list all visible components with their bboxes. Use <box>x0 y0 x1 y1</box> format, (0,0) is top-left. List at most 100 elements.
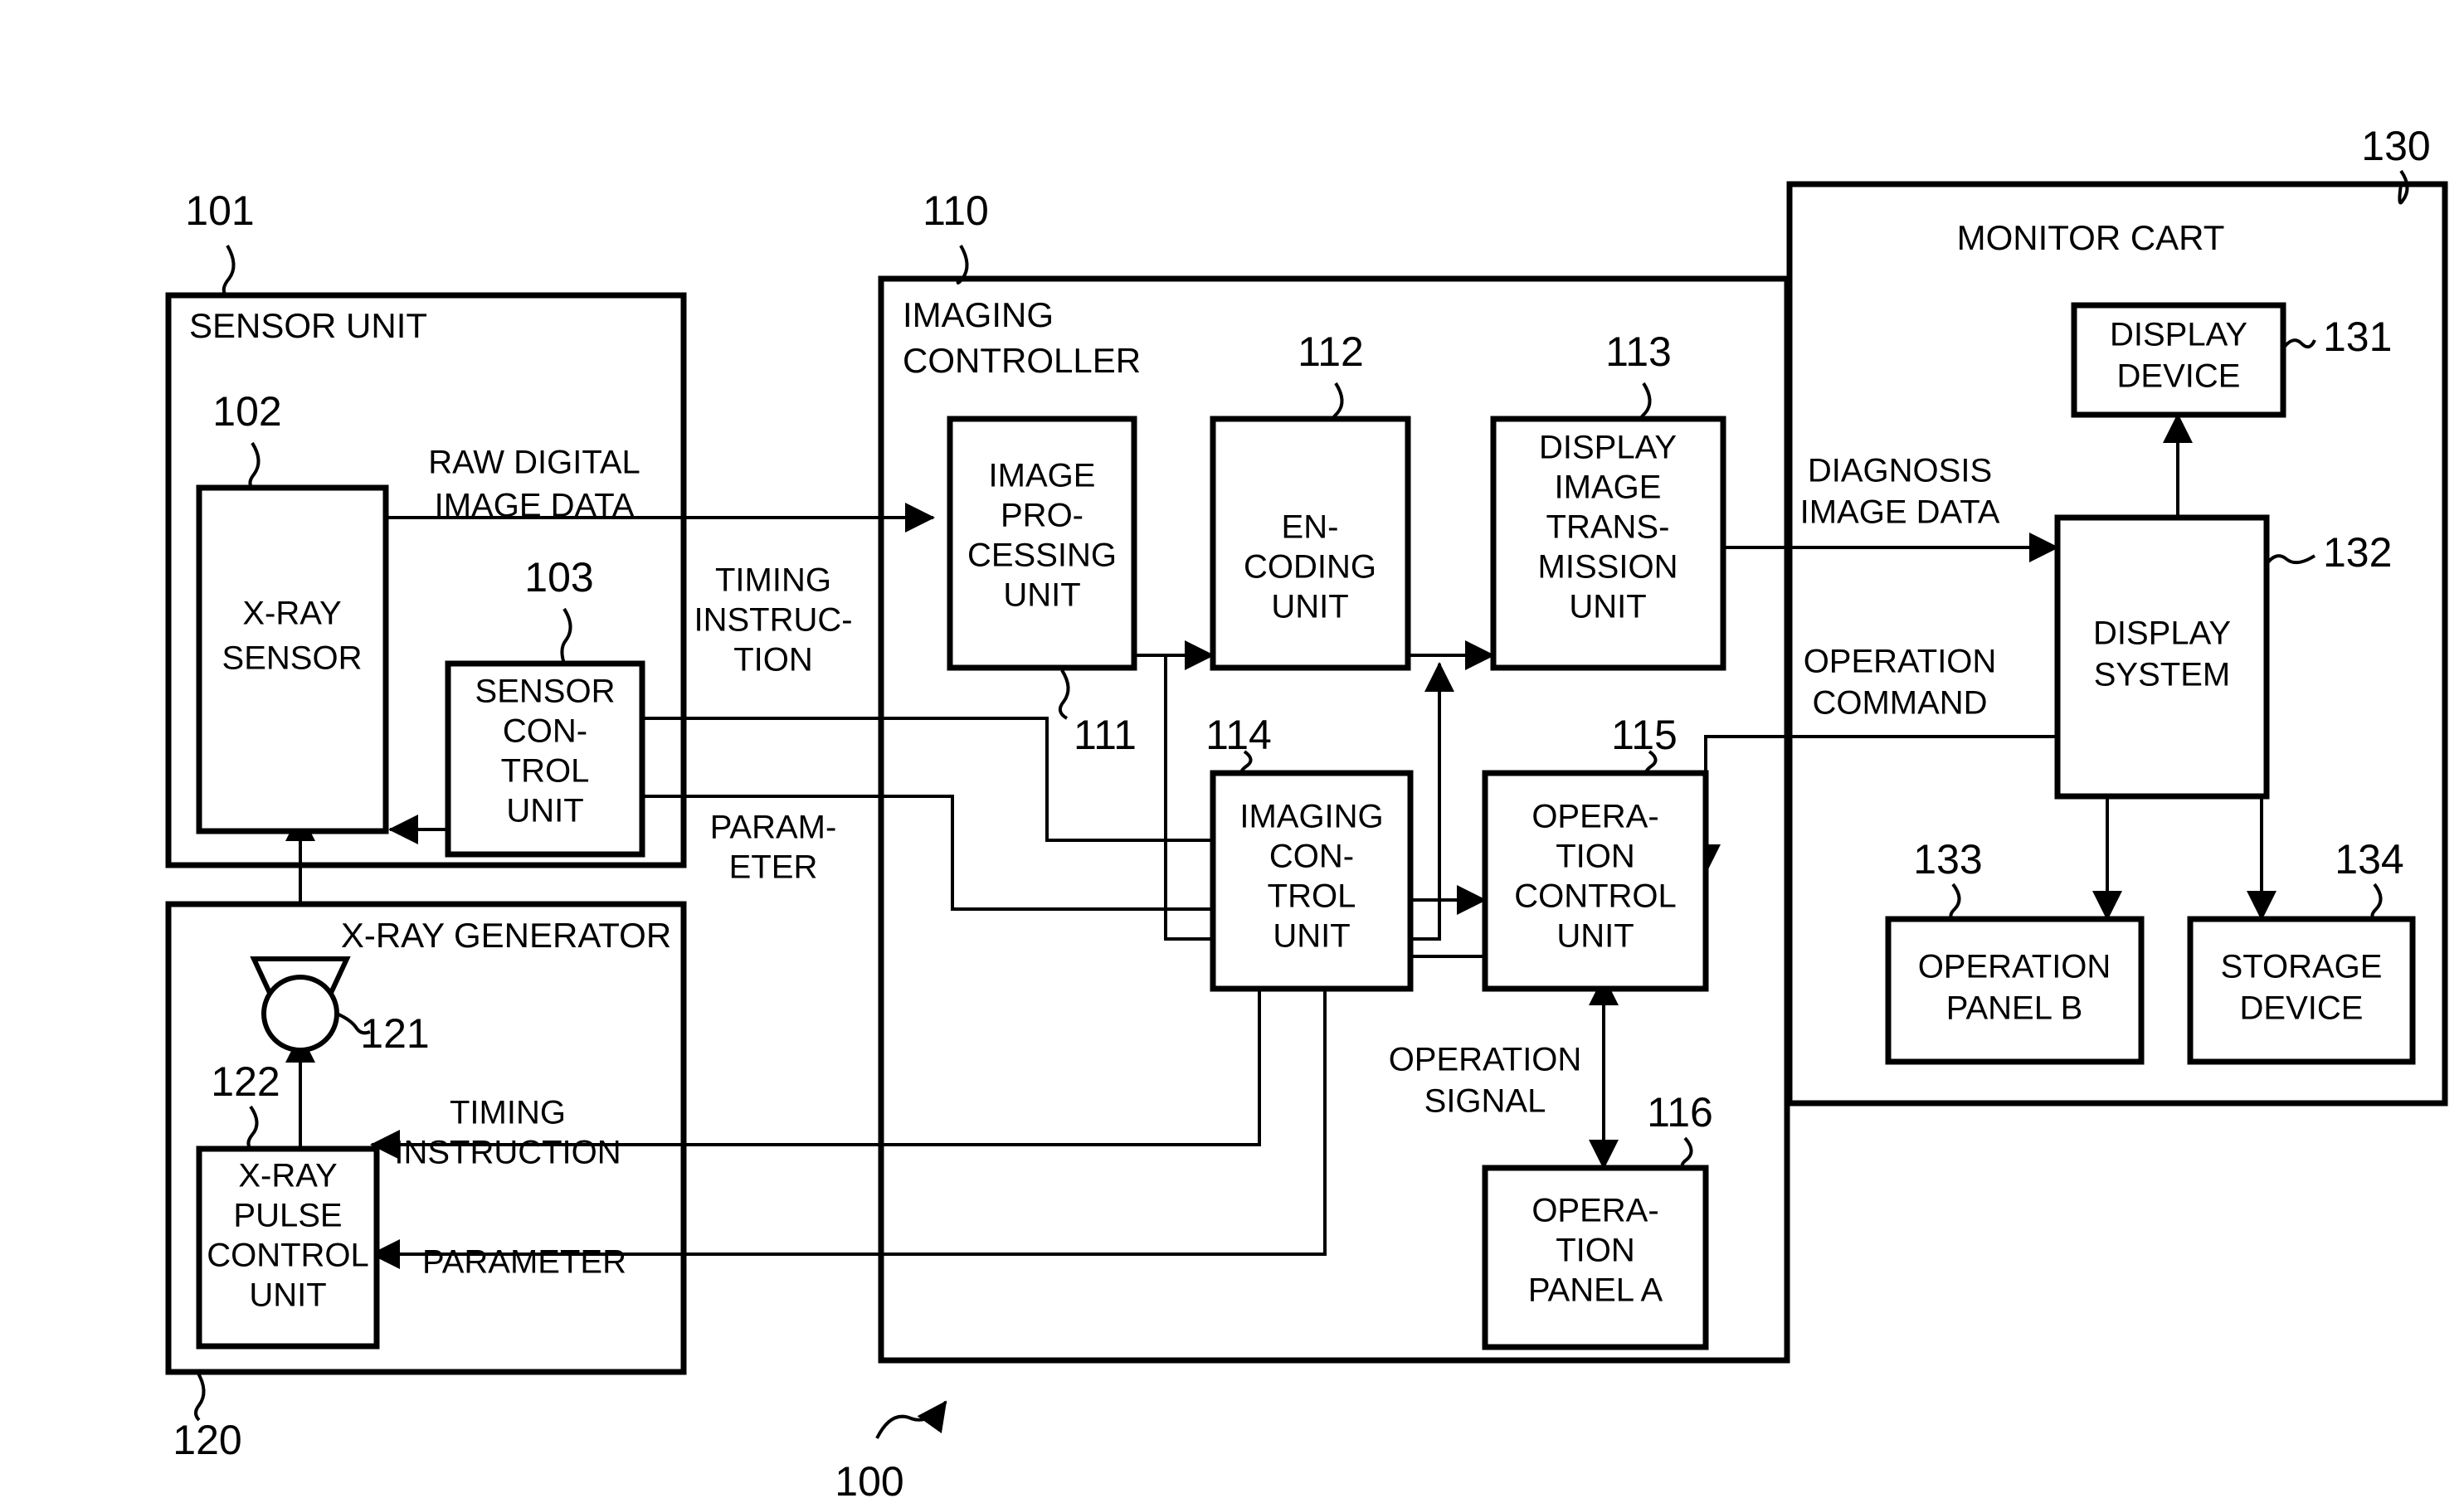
ref-134: 134 <box>2335 836 2403 883</box>
leader-134 <box>2370 883 2383 921</box>
signal-diagnosis-image-data-line-2: IMAGE DATA <box>1800 494 2000 531</box>
leader-122 <box>246 1105 259 1150</box>
signal-raw-digital-image-data-line-2: IMAGE DATA <box>435 488 635 524</box>
ref-111: 111 <box>1074 712 1137 758</box>
sensor-control-line-4: UNIT <box>506 793 583 829</box>
leader-120 <box>194 1370 206 1422</box>
ds-line-1: DISPLAY <box>2093 615 2231 652</box>
leader-103 <box>560 607 572 664</box>
sd-line-2: DEVICE <box>2240 990 2364 1027</box>
leader-100 <box>875 1400 947 1439</box>
signal-parameter-generator: PARAMETER <box>422 1244 626 1281</box>
opb-line-1: OPERATION <box>1918 949 2111 985</box>
leader-132 <box>2265 554 2316 566</box>
ocu-line-3: CONTROL <box>1514 878 1677 915</box>
ocu-line-1: OPERA- <box>1531 799 1658 835</box>
ref-121: 121 <box>360 1010 429 1057</box>
dd-line-1: DISPLAY <box>2110 317 2247 353</box>
encoding-line-3: UNIT <box>1271 589 1348 625</box>
dit-line-2: IMAGE <box>1555 469 1662 506</box>
leader-111 <box>1058 669 1070 720</box>
wire-parameter-sensor <box>543 781 1228 911</box>
signal-diagnosis-image-data-line-1: DIAGNOSIS <box>1808 453 1992 489</box>
ref-101: 101 <box>185 187 254 234</box>
sensor-control-line-3: TROL <box>501 753 590 790</box>
ref-112: 112 <box>1298 328 1364 375</box>
image-proc-line-4: UNIT <box>1003 577 1080 614</box>
signal-timing-instruction-sensor-line-3: TION <box>733 642 813 679</box>
ref-100: 100 <box>835 1458 903 1503</box>
signal-timing-instruction-generator-line-1: TIMING <box>450 1095 566 1131</box>
ref-120: 120 <box>173 1417 241 1463</box>
signal-operation-command-line-1: OPERATION <box>1804 644 1997 680</box>
imaging-controller-title-line-1: IMAGING <box>903 295 1054 334</box>
leader-112 <box>1331 382 1344 421</box>
leader-101 <box>222 244 236 297</box>
xray-tube-icon <box>261 975 339 1053</box>
sensor-control-line-2: CON- <box>503 713 587 750</box>
dit-line-5: UNIT <box>1569 589 1646 625</box>
dd-line-2: DEVICE <box>2117 358 2241 395</box>
signal-operation-signal-line-2: SIGNAL <box>1424 1083 1546 1120</box>
opa-line-3: PANEL A <box>1528 1272 1663 1309</box>
patent-figure-canvas: X-RAY SENSOR SENSOR CON- TROL UNIT X-RAY… <box>0 0 2464 1503</box>
encoding-line-2: CODING <box>1244 549 1376 586</box>
xray-pulse-line-3: CONTROL <box>207 1238 369 1274</box>
sensor-unit-title: SENSOR UNIT <box>189 306 427 345</box>
ocu-line-4: UNIT <box>1556 918 1634 955</box>
leader-116 <box>1680 1136 1693 1170</box>
icu-line-2: CON- <box>1269 839 1354 875</box>
signal-parameter-sensor-line-1: PARAM- <box>710 810 837 846</box>
xray-pulse-line-1: X-RAY <box>238 1158 337 1194</box>
encoding-line-1: EN- <box>1282 509 1339 546</box>
opa-line-1: OPERA- <box>1531 1193 1658 1229</box>
dit-line-1: DISPLAY <box>1539 430 1677 466</box>
xray-pulse-line-4: UNIT <box>249 1277 326 1314</box>
xray-sensor-line-1: X-RAY <box>242 596 341 632</box>
ref-102: 102 <box>212 388 281 435</box>
opa-line-2: TION <box>1556 1233 1635 1269</box>
ref-132: 132 <box>2323 529 2392 576</box>
ref-113: 113 <box>1605 328 1672 375</box>
ref-115: 115 <box>1611 712 1678 758</box>
imaging-controller-title-line-2: CONTROLLER <box>903 341 1141 380</box>
wire-operation-command <box>1691 735 2057 874</box>
signal-parameter-sensor-line-2: ETER <box>729 849 818 886</box>
signal-timing-instruction-generator-line-2: INSTRUCTION <box>394 1135 621 1171</box>
ref-130: 130 <box>2361 123 2430 169</box>
leader-131 <box>2281 338 2316 350</box>
image-proc-line-2: PRO- <box>1001 498 1083 534</box>
ocu-line-2: TION <box>1556 839 1635 875</box>
icu-line-1: IMAGING <box>1239 799 1383 835</box>
ds-line-2: SYSTEM <box>2094 657 2230 693</box>
diagram-svg: X-RAY SENSOR SENSOR CON- TROL UNIT X-RAY… <box>165 123 2448 1503</box>
leader-113 <box>1639 382 1652 421</box>
signal-timing-instruction-sensor-line-2: INSTRUC- <box>694 602 852 639</box>
leader-133 <box>1949 883 1961 921</box>
ref-133: 133 <box>1913 836 1982 883</box>
dit-line-4: MISSION <box>1538 549 1678 586</box>
icu-line-4: UNIT <box>1273 918 1350 955</box>
ref-122: 122 <box>211 1058 280 1105</box>
opb-line-2: PANEL B <box>1946 990 2083 1027</box>
dit-line-3: TRANS- <box>1546 509 1670 546</box>
signal-operation-command-line-2: COMMAND <box>1812 685 1987 722</box>
xray-generator-title: X-RAY GENERATOR <box>341 916 671 955</box>
image-proc-line-1: IMAGE <box>989 458 1096 494</box>
leader-102 <box>248 441 261 489</box>
signal-timing-instruction-sensor-line-1: TIMING <box>715 562 831 599</box>
ref-103: 103 <box>524 554 593 601</box>
xray-sensor-line-2: SENSOR <box>222 640 363 677</box>
xray-pulse-line-2: PULSE <box>233 1198 342 1234</box>
signal-raw-digital-image-data-line-1: RAW DIGITAL <box>428 445 640 481</box>
ref-116: 116 <box>1647 1089 1713 1136</box>
signal-operation-signal-line-1: OPERATION <box>1389 1042 1582 1078</box>
image-proc-line-3: CESSING <box>967 537 1117 574</box>
ref-114: 114 <box>1205 712 1272 758</box>
icu-line-3: TROL <box>1268 878 1356 915</box>
ref-110: 110 <box>923 187 989 234</box>
monitor-cart-title: MONITOR CART <box>1957 218 2225 257</box>
ref-131: 131 <box>2323 314 2392 360</box>
sd-line-1: STORAGE <box>2221 949 2383 985</box>
sensor-control-line-1: SENSOR <box>475 674 616 710</box>
